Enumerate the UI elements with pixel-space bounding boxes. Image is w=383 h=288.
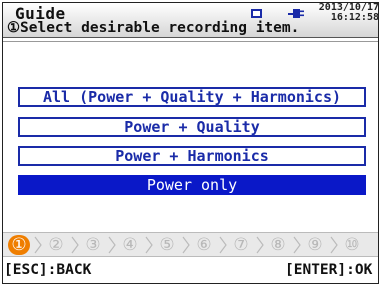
power-plug-icon xyxy=(288,9,304,18)
chevron-right-icon xyxy=(330,236,338,254)
header-divider xyxy=(3,37,378,38)
option-power-only[interactable]: Power only xyxy=(18,175,366,195)
chevron-right-icon xyxy=(182,236,190,254)
sd-card-icon xyxy=(251,9,262,18)
step-2: ② xyxy=(48,235,64,255)
option-power-harmonics[interactable]: Power + Harmonics xyxy=(18,146,366,166)
enter-ok-button[interactable]: [ENTER]:OK xyxy=(285,262,372,278)
step-progress-bar: ① ② ③ ④ ⑤ ⑥ ⑦ ⑧ ⑨ ⑩ xyxy=(3,232,378,257)
option-power-quality[interactable]: Power + Quality xyxy=(18,117,366,137)
step-4: ④ xyxy=(122,235,138,255)
header-bar: Guide 2013/10/17 16:12:58 ①Select desira… xyxy=(3,3,379,37)
header-divider-secondary xyxy=(3,41,378,42)
chevron-right-icon xyxy=(71,236,79,254)
step-6: ⑥ xyxy=(196,235,212,255)
step-1: ① xyxy=(8,235,30,255)
step-5: ⑤ xyxy=(159,235,175,255)
chevron-right-icon xyxy=(145,236,153,254)
datetime-display: 2013/10/17 16:12:58 xyxy=(307,3,379,23)
instruction-text: ①Select desirable recording item. xyxy=(7,20,300,36)
chevron-right-icon xyxy=(256,236,264,254)
step-10: ⑩ xyxy=(344,235,360,255)
chevron-right-icon xyxy=(34,236,42,254)
esc-back-button[interactable]: [ESC]:BACK xyxy=(4,262,91,278)
chevron-right-icon xyxy=(293,236,301,254)
time-text: 16:12:58 xyxy=(330,12,379,23)
step-3: ③ xyxy=(85,235,101,255)
step-8: ⑧ xyxy=(270,235,286,255)
chevron-right-icon xyxy=(219,236,227,254)
option-all[interactable]: All (Power + Quality + Harmonics) xyxy=(18,87,366,107)
chevron-right-icon xyxy=(108,236,116,254)
step-7: ⑦ xyxy=(233,235,249,255)
step-9: ⑨ xyxy=(307,235,323,255)
